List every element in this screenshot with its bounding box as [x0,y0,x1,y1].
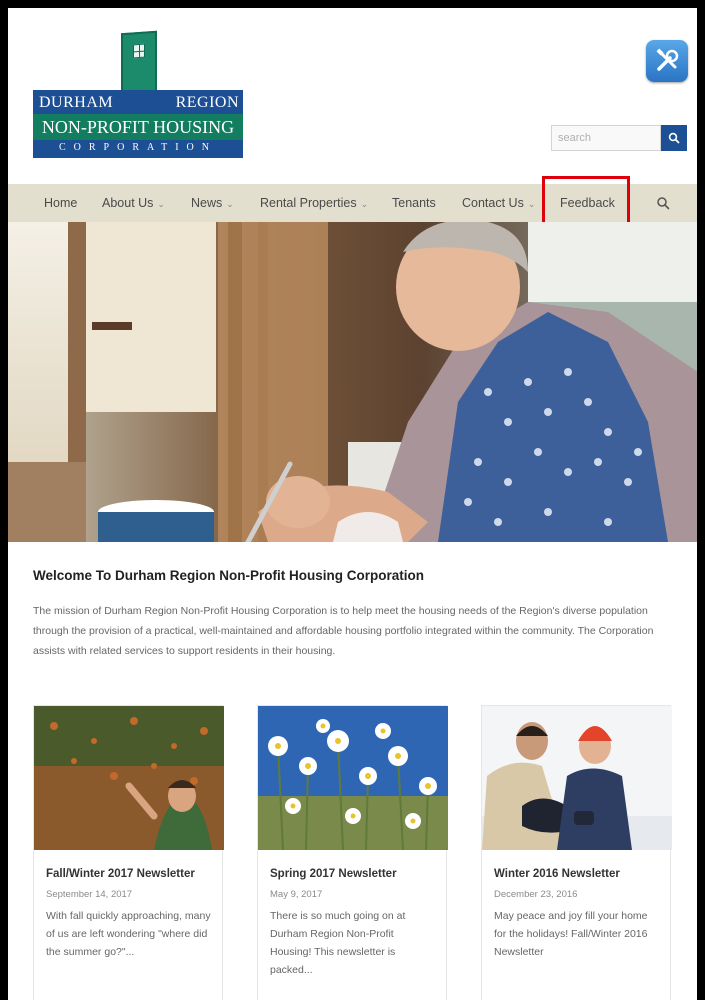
card-date: May 9, 2017 [270,889,323,900]
card-title[interactable]: Spring 2017 Newsletter [270,868,397,880]
logo-word-non-profit-housing: NON-PROFIT HOUSING [41,117,235,137]
card-excerpt: May peace and joy fill your home for the… [494,910,648,958]
card-date: September 14, 2017 [46,889,133,900]
nav-label: Feedback [560,196,615,210]
logo-word-durham: DURHAM [39,94,114,111]
card-title[interactable]: Fall/Winter 2017 Newsletter [46,868,195,880]
nav-item-home[interactable]: Home [44,184,77,222]
card-excerpt: There is so much going on at Durham Regi… [270,910,406,976]
nav-item-tenants[interactable]: Tenants [392,184,436,222]
nav-label: Rental Properties [260,196,357,210]
chevron-down-icon: ⌄ [360,199,369,209]
nav-item-news[interactable]: News ⌄ [191,184,234,222]
card-thumbnail-autumn[interactable] [34,706,224,850]
chevron-down-icon: ⌄ [226,199,234,209]
nav-item-about-us[interactable]: About Us ⌄ [102,184,165,222]
chevron-down-icon: ⌄ [527,199,536,209]
page-frame: DURHAM REGION NON-PROFIT HOUSING CORPORA… [0,0,705,1000]
chevron-down-icon: ⌄ [157,199,165,209]
site-logo[interactable]: DURHAM REGION NON-PROFIT HOUSING CORPORA… [33,30,243,158]
welcome-title: Welcome To Durham Region Non-Profit Hous… [33,568,424,583]
logo-word-corporation: CORPORATION [58,142,217,153]
news-card[interactable]: Winter 2016 Newsletter December 23, 2016… [481,705,672,1000]
nav-label: Contact Us [462,196,524,210]
news-card[interactable]: Fall/Winter 2017 Newsletter September 14… [33,705,224,1000]
nav-item-contact-us[interactable]: Contact Us ⌄ [462,184,535,222]
hero-image [8,222,697,542]
search-button[interactable] [661,125,687,151]
card-thumbnail-winter[interactable] [482,706,672,850]
nav-label: Tenants [392,196,436,210]
logo-word-region: REGION [175,94,239,111]
card-title[interactable]: Winter 2016 Newsletter [494,868,620,880]
nav-item-rental-properties[interactable]: Rental Properties ⌄ [260,184,368,222]
card-excerpt: With fall quickly approaching, many of u… [46,910,211,958]
news-card[interactable]: Spring 2017 Newsletter May 9, 2017 There… [257,705,448,1000]
tools-icon[interactable] [646,40,688,82]
nav-label: News [191,196,223,210]
card-thumbnail-daisies[interactable] [258,706,448,850]
welcome-text: The mission of Durham Region Non-Profit … [33,605,654,657]
search-input[interactable] [551,125,661,151]
nav-item-feedback[interactable]: Feedback [560,184,615,222]
search-icon [668,132,680,144]
nav-search-icon[interactable] [656,196,670,210]
nav-label: Home [44,196,78,210]
nav-label: About Us [102,196,154,210]
card-date: December 23, 2016 [494,889,578,900]
main-nav: Home About Us ⌄ News ⌄ Rental Properties ⌄ … [8,184,697,222]
